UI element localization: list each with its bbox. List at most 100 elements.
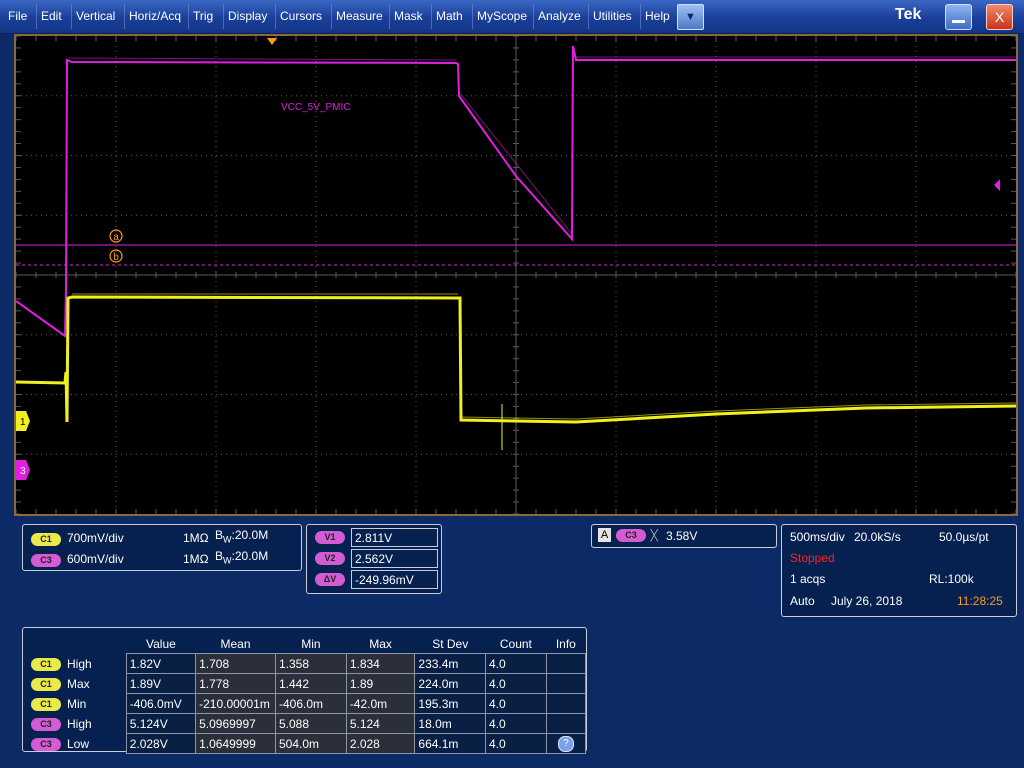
waveform-label: VCC_5V_PMIC xyxy=(281,102,350,113)
v2-pill: V2 xyxy=(315,552,345,565)
meas-row[interactable]: C3 High 5.124V 5.0969997 5.088 5.124 18.0m 4.0 xyxy=(28,713,587,734)
meas-header-max: Max xyxy=(369,636,392,651)
meas-cell-min: 504.0m xyxy=(274,733,347,754)
v2-value: 2.562V xyxy=(351,549,438,568)
meas-cell-value: 5.124V xyxy=(125,713,197,734)
menu-item-measure[interactable]: Measure xyxy=(336,0,383,33)
meas-cell-min: -406.0m xyxy=(274,693,347,714)
meas-cell-count: 4.0 xyxy=(485,693,547,714)
menu-separator xyxy=(640,4,641,29)
timebase: 500ms/div xyxy=(790,530,845,544)
trigger-readout-panel[interactable]: A C3 ᚷ 3.58V xyxy=(591,524,777,548)
meas-cell-mean: 1.0649999 xyxy=(195,733,276,754)
ch1-pill[interactable]: C1 xyxy=(31,533,61,546)
meas-cell-value: 1.82V xyxy=(125,653,197,674)
cursor-readout-panel[interactable]: V1 2.811V V2 2.562V ΔV -249.96mV xyxy=(306,524,442,594)
meas-cell-mean: 1.778 xyxy=(195,673,276,694)
trigger-slope-icon: ᚷ xyxy=(650,527,659,543)
acquisition-readout-panel[interactable]: 500ms/div 20.0kS/s 50.0µs/pt Stopped 1 a… xyxy=(781,524,1017,617)
ch3-bw-value: :20.0M xyxy=(231,549,269,563)
menu-separator xyxy=(36,4,37,29)
menu-item-horiz-acq[interactable]: Horiz/Acq xyxy=(129,0,181,33)
acquisition-time: 11:28:25 xyxy=(957,594,1003,608)
menu-item-mask[interactable]: Mask xyxy=(394,0,423,33)
meas-source-pill: C1 xyxy=(31,658,61,671)
meas-header-st-dev: St Dev xyxy=(432,636,469,651)
menu-separator xyxy=(188,4,189,29)
info-icon[interactable]: ? xyxy=(557,736,574,752)
menu-item-vertical[interactable]: Vertical xyxy=(76,0,115,33)
meas-cell-max: 5.124 xyxy=(345,713,416,734)
menu-item-math[interactable]: Math xyxy=(436,0,463,33)
meas-source-pill: C1 xyxy=(31,678,61,691)
meas-cell-mean: 1.708 xyxy=(195,653,276,674)
graticule xyxy=(16,36,1016,514)
menu-separator xyxy=(331,4,332,29)
meas-cell-max: 1.834 xyxy=(345,653,416,674)
meas-source-pill: C3 xyxy=(31,738,61,751)
menu-item-myscope[interactable]: MyScope xyxy=(477,0,527,33)
meas-type: High xyxy=(67,716,92,731)
delta-v-pill: ΔV xyxy=(315,573,345,586)
menu-separator xyxy=(533,4,534,29)
menu-item-trig[interactable]: Trig xyxy=(193,0,213,33)
meas-source-pill: C1 xyxy=(31,698,61,711)
ch1-bw-value: :20.0M xyxy=(231,528,269,542)
meas-cell-min: 5.088 xyxy=(274,713,347,734)
ch1-impedance: 1MΩ xyxy=(183,531,209,545)
menu-item-display[interactable]: Display xyxy=(228,0,267,33)
channel-settings-panel: C1 700mV/div 1MΩ BW:20.0M C3 600mV/div 1… xyxy=(22,524,302,571)
menu-item-cursors[interactable]: Cursors xyxy=(280,0,322,33)
meas-row[interactable]: C3 Low 2.028V 1.0649999 504.0m 2.028 664.1m 4.0… xyxy=(28,733,587,754)
meas-type: Min xyxy=(67,696,87,711)
ch3-bandwidth: BW:20.0M xyxy=(215,549,268,565)
menu-separator xyxy=(588,4,589,29)
meas-cell-info: ? xyxy=(545,733,587,754)
acquisition-count: 1 acqs xyxy=(790,572,826,586)
meas-header-info: Info xyxy=(555,636,576,651)
delta-v-value: -249.96mV xyxy=(351,570,438,589)
meas-row[interactable]: C1 High 1.82V 1.708 1.358 1.834 233.4m 4.0 xyxy=(28,653,587,674)
menu-item-analyze[interactable]: Analyze xyxy=(538,0,581,33)
meas-cell-count: 4.0 xyxy=(485,673,547,694)
close-button[interactable]: X xyxy=(986,4,1013,30)
waveform-canvas: a b VCC_5V_PMIC 1 3 xyxy=(16,36,1016,514)
meas-cell-info xyxy=(545,693,587,714)
meas-row[interactable]: C1 Max 1.89V 1.778 1.442 1.89 224.0m 4.0 xyxy=(28,673,587,694)
meas-row[interactable]: C1 Min -406.0mV -210.00001m -406.0m -42.0m 195… xyxy=(28,693,587,714)
ch3-marker-label: 3 xyxy=(20,466,26,477)
meas-cell-value: 1.89V xyxy=(125,673,197,694)
ch3-bw-sub: W xyxy=(223,555,232,566)
menu-item-file[interactable]: File xyxy=(8,0,27,33)
meas-cell-mean: -210.00001m xyxy=(195,693,276,714)
menu-item-help[interactable]: Help xyxy=(645,0,670,33)
waveform-display[interactable]: a b VCC_5V_PMIC 1 3 xyxy=(14,34,1018,516)
meas-header-min: Min xyxy=(301,636,321,651)
measurement-table[interactable]: Value Mean Min Max St Dev Count Info C1 High 1.8… xyxy=(22,627,587,754)
meas-header-value: Value xyxy=(145,636,176,651)
acquisition-state: Stopped xyxy=(790,551,835,565)
menu-item-edit[interactable]: Edit xyxy=(41,0,62,33)
channel-row-c3[interactable]: C3 xyxy=(31,552,61,567)
meas-cell-st-dev: 224.0m xyxy=(414,673,487,694)
trigger-mode-badge: A xyxy=(598,528,611,542)
menu-separator xyxy=(431,4,432,29)
channel-row-c1[interactable]: C1 xyxy=(31,531,61,546)
trigger-position-marker[interactable] xyxy=(267,38,277,45)
minimize-icon xyxy=(952,20,965,23)
menu-dropdown-button[interactable]: ▼ xyxy=(677,4,704,30)
ch1-bandwidth: BW:20.0M xyxy=(215,528,268,544)
meas-cell-count: 4.0 xyxy=(485,653,547,674)
menu-separator xyxy=(124,4,125,29)
minimize-button[interactable] xyxy=(945,4,972,30)
trigger-level-marker[interactable] xyxy=(994,179,1012,191)
ch3-noise-upper xyxy=(67,56,1016,235)
menu-item-utilities[interactable]: Utilities xyxy=(593,0,632,33)
meas-type: Max xyxy=(67,676,90,691)
ch1-marker-label: 1 xyxy=(20,417,26,428)
ch3-pill[interactable]: C3 xyxy=(31,554,61,567)
meas-cell-mean: 5.0969997 xyxy=(195,713,276,734)
meas-cell-st-dev: 18.0m xyxy=(414,713,487,734)
meas-header-mean: Mean xyxy=(220,636,251,651)
meas-header-count: Count xyxy=(499,636,532,651)
